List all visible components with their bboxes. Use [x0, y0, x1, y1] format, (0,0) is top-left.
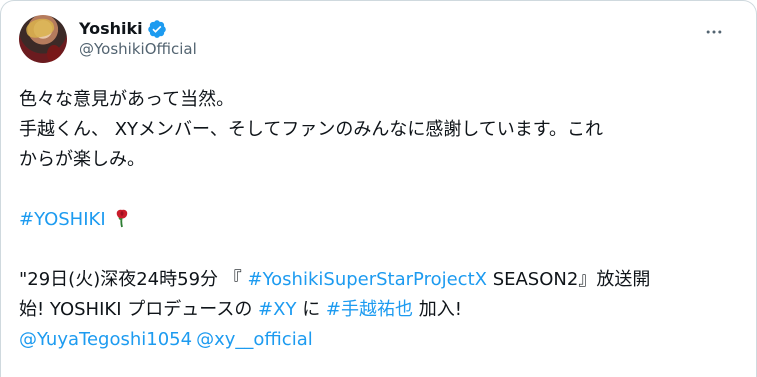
tweet-line-6: 始! YOSHIKI プロデュースの #XY に #手越祐也 加入! [19, 295, 723, 325]
tweet-line-3: からが楽しみ。 [19, 149, 145, 170]
tweet-line-5-prefix: "29日(火)深夜24時59分 『 [19, 269, 248, 290]
mentions-line: @YuyaTegoshi1054 @xy__official [19, 325, 723, 355]
avatar[interactable] [19, 15, 67, 63]
tweet-header: Yoshiki @YoshikiOfficial [19, 15, 740, 63]
mention-yuya-tegoshi[interactable]: @YuyaTegoshi1054 [19, 329, 192, 350]
mention-xy-official[interactable]: @xy__official [196, 329, 313, 350]
hashtag-tegoshi[interactable]: #手越祐也 [326, 299, 413, 320]
display-name[interactable]: Yoshiki [79, 19, 143, 39]
more-options-icon[interactable] [700, 18, 728, 46]
tweet-line-6-prefix: 始! YOSHIKI プロデュースの [19, 299, 259, 320]
hashtag-xy[interactable]: #XY [258, 299, 296, 320]
tweet-card: Yoshiki @YoshikiOfficial 色々な意見があって当然。 手越… [0, 0, 757, 377]
tweet-line-6-suffix: 加入! [413, 299, 462, 320]
tweet-line-5-suffix: SEASON2』放送開 [486, 269, 651, 290]
blank-line-2 [19, 235, 723, 265]
hashtag-yoshiki[interactable]: #YOSHIKI [19, 209, 106, 230]
tweet-line-5: "29日(火)深夜24時59分 『 #YoshikiSuperStarProje… [19, 265, 723, 295]
tweet-line-2: 手越くん、 XYメンバー、そしてファンのみんなに感謝しています。これ [19, 119, 603, 140]
hashtag-line: #YOSHIKI [19, 205, 723, 235]
tweet-line-6-mid: に [296, 299, 326, 320]
hashtag-project[interactable]: #YoshikiSuperStarProjectX [247, 269, 486, 290]
tweet-line-1: 色々な意見があって当然。 [19, 89, 235, 110]
tweet-text: 色々な意見があって当然。 手越くん、 XYメンバー、そしてファンのみんなに感謝し… [19, 85, 723, 355]
user-handle[interactable]: @YoshikiOfficial [79, 39, 197, 59]
rose-icon [114, 208, 130, 228]
verified-badge-icon [147, 19, 167, 39]
user-info: Yoshiki @YoshikiOfficial [79, 19, 197, 59]
name-row: Yoshiki [79, 19, 197, 39]
